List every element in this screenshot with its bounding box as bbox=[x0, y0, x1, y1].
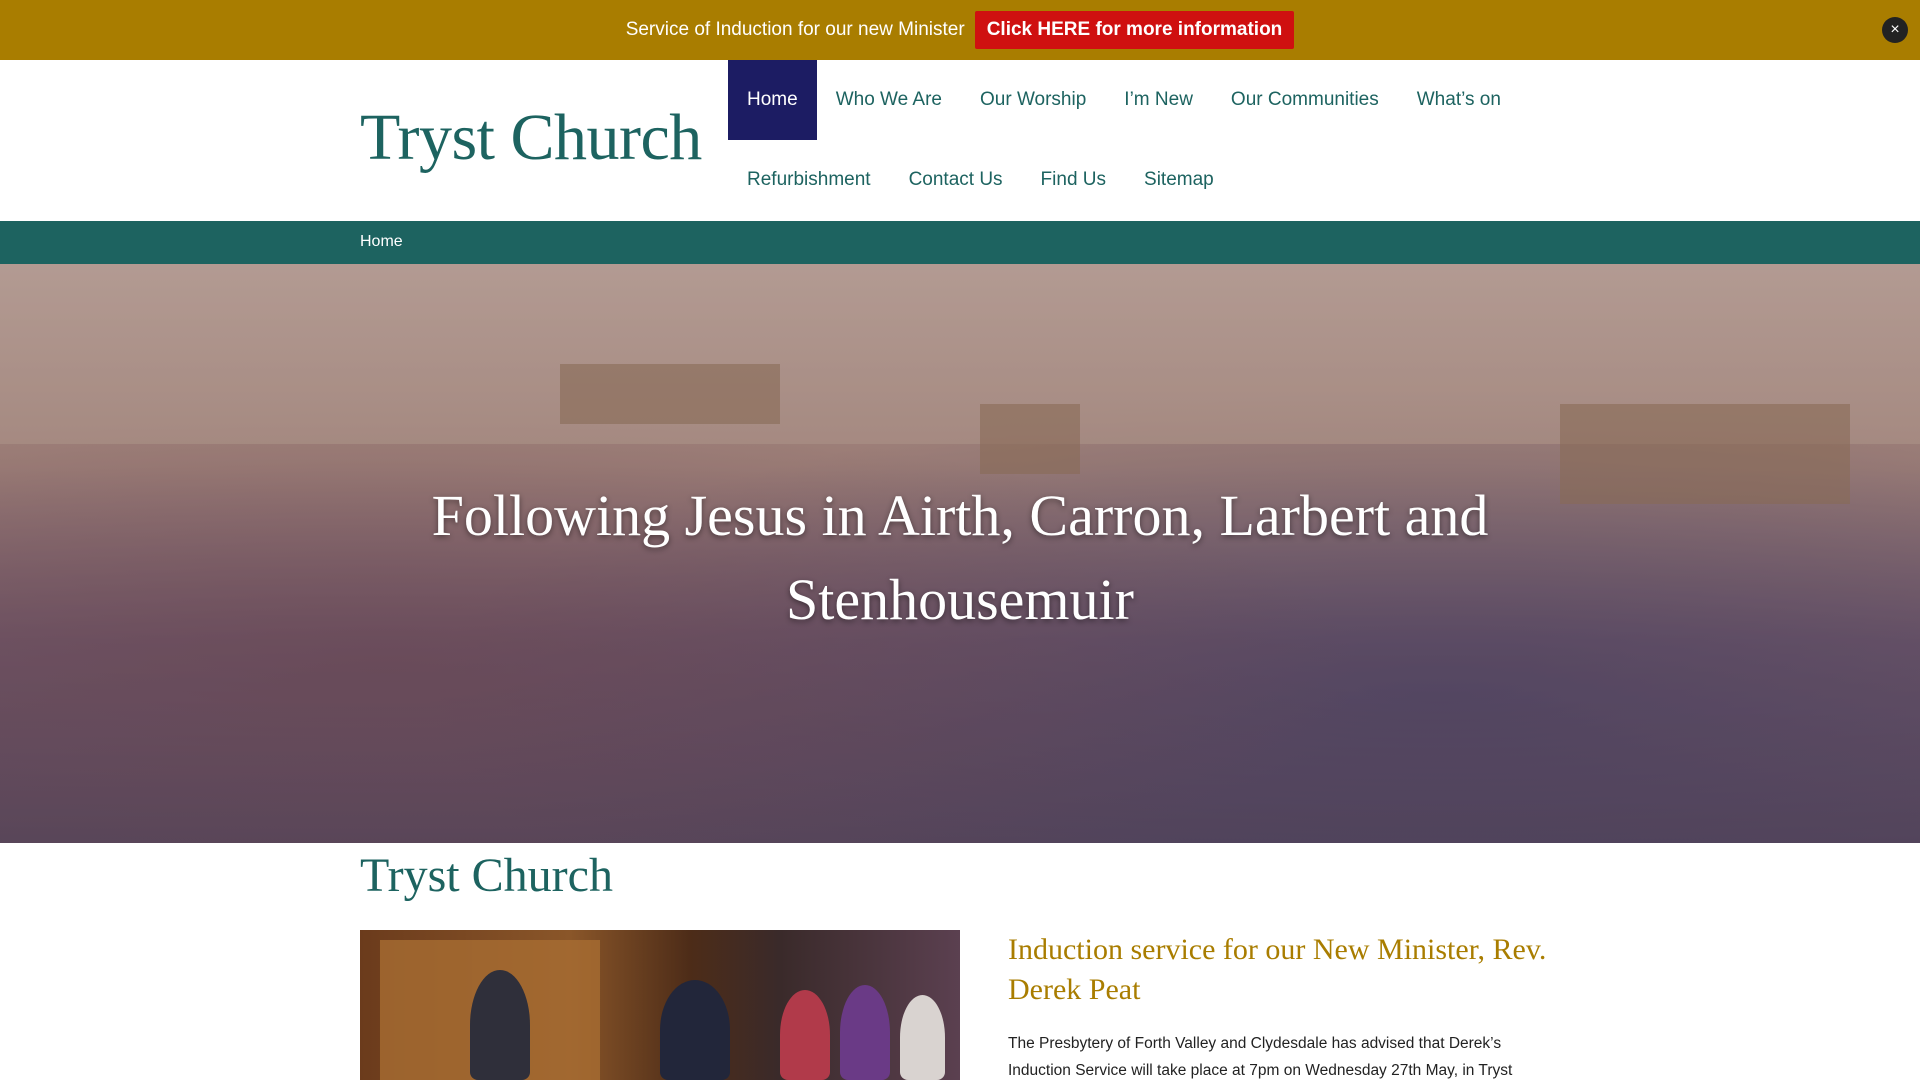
news-title[interactable]: Induction service for our New Minister, … bbox=[1008, 930, 1588, 1010]
more-information-button[interactable]: Click HERE for more information bbox=[974, 11, 1295, 49]
breadcrumb-home[interactable]: Home bbox=[360, 233, 403, 251]
nav-item-refurbishment[interactable]: Refurbishment bbox=[728, 140, 890, 220]
page-title: Tryst Church bbox=[360, 849, 613, 902]
hero-heading: Following Jesus in Airth, Carron, Larber… bbox=[431, 483, 1489, 632]
induction-photo bbox=[360, 930, 960, 1080]
nav-row-2: Refurbishment Contact Us Find Us Sitemap bbox=[728, 140, 1528, 220]
news-body: The Presbytery of Forth Valley and Clyde… bbox=[1008, 1035, 1513, 1079]
nav-item-im-new[interactable]: I’m New bbox=[1105, 60, 1212, 140]
site-header: Tryst Church Home Who We Are Our Worship… bbox=[0, 60, 1920, 221]
nav-item-who-we-are[interactable]: Who We Are bbox=[817, 60, 961, 140]
photo-figure bbox=[780, 990, 830, 1080]
photo-figure bbox=[900, 995, 945, 1080]
announcement-bar: Service of Induction for our new Ministe… bbox=[0, 0, 1920, 60]
nav-row-1: Home Who We Are Our Worship I’m New Our … bbox=[728, 60, 1528, 140]
photo-figure bbox=[470, 970, 530, 1080]
breadcrumb: Home bbox=[0, 221, 1920, 264]
nav-item-find-us[interactable]: Find Us bbox=[1022, 140, 1125, 220]
nav-item-sitemap[interactable]: Sitemap bbox=[1125, 140, 1233, 220]
announcement-text: Service of Induction for our new Ministe… bbox=[625, 19, 965, 40]
nav-item-whats-on[interactable]: What’s on bbox=[1398, 60, 1520, 140]
photo-figure bbox=[840, 985, 890, 1080]
main-nav: Home Who We Are Our Worship I’m New Our … bbox=[728, 60, 1528, 220]
close-icon[interactable]: × bbox=[1882, 17, 1908, 43]
nav-item-our-communities[interactable]: Our Communities bbox=[1212, 60, 1398, 140]
nav-item-home[interactable]: Home bbox=[728, 60, 817, 140]
photo-figure bbox=[660, 980, 730, 1080]
nav-item-contact-us[interactable]: Contact Us bbox=[890, 140, 1022, 220]
nav-item-our-worship[interactable]: Our Worship bbox=[961, 60, 1105, 140]
site-title[interactable]: Tryst Church bbox=[360, 100, 702, 176]
hero-banner: Following Jesus in Airth, Carron, Larber… bbox=[0, 264, 1920, 843]
